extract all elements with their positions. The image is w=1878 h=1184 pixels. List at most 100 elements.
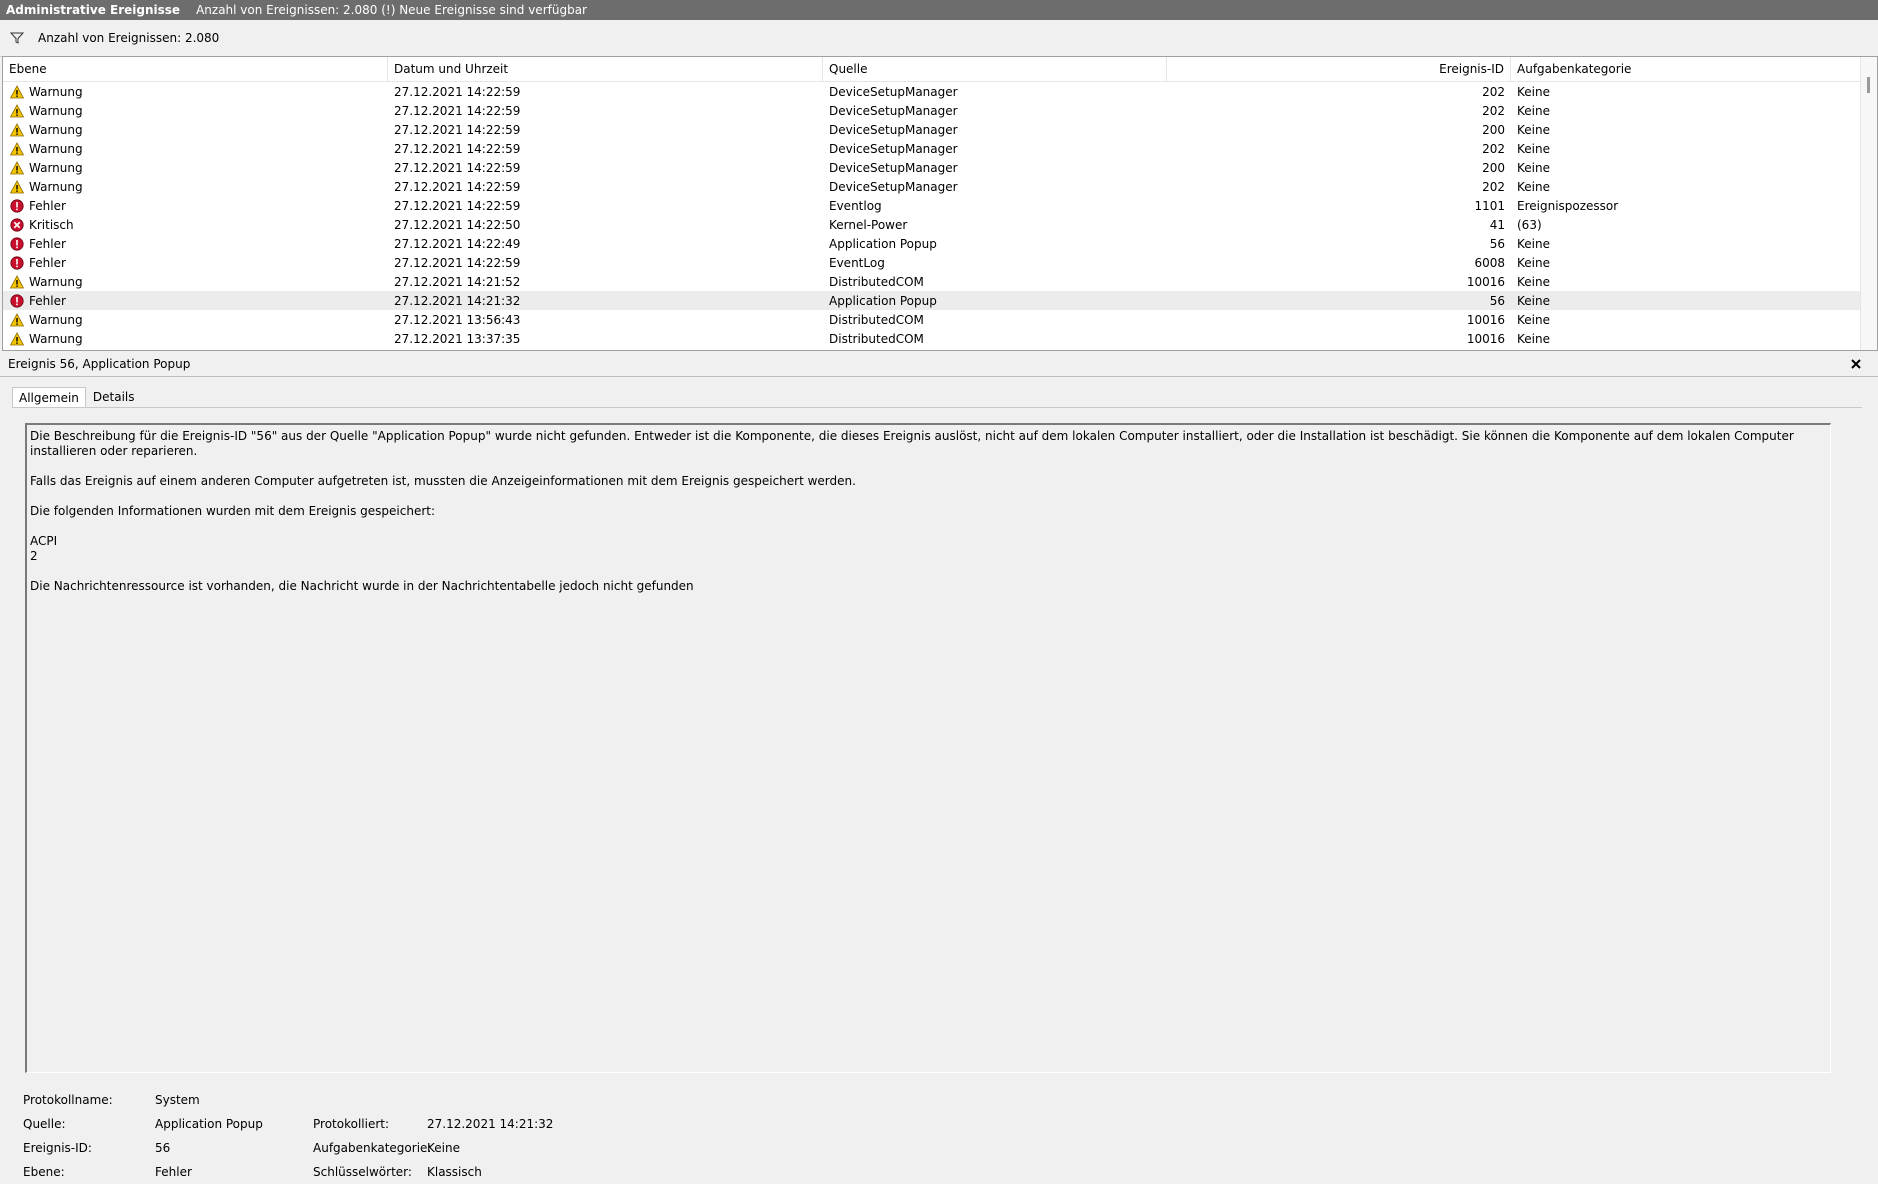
row-source: DeviceSetupManager xyxy=(829,160,958,175)
level-text: Warnung xyxy=(29,141,83,156)
column-header-source[interactable]: Quelle xyxy=(823,57,1167,81)
row-category: Keine xyxy=(1517,141,1550,156)
row-date: 27.12.2021 14:22:59 xyxy=(394,179,521,194)
warning-icon xyxy=(9,179,25,195)
row-source: Application Popup xyxy=(829,236,937,251)
level-text: Warnung xyxy=(29,84,83,99)
table-row[interactable]: Warnung 27.12.2021 13:37:35 DistributedCOM… xyxy=(3,329,1877,348)
table-row[interactable]: Fehler 27.12.2021 14:22:49 Application Pop… xyxy=(3,234,1877,253)
event-count: Anzahl von Ereignissen: 2.080 xyxy=(38,31,220,45)
level-text: Warnung xyxy=(29,312,83,327)
row-date: 27.12.2021 14:22:59 xyxy=(394,198,521,213)
row-event-id: 202 xyxy=(1482,141,1505,156)
table-row[interactable]: Warnung 27.12.2021 14:22:59 DeviceSetupMan… xyxy=(3,139,1877,158)
logged-label: Protokolliert: xyxy=(313,1117,390,1131)
row-source: DeviceSetupManager xyxy=(829,122,958,137)
log-name-label: Protokollname: xyxy=(23,1093,113,1107)
level-text: Fehler xyxy=(29,293,66,308)
source-value: Application Popup xyxy=(155,1117,263,1131)
description-line: 2 xyxy=(30,549,38,563)
row-category: Keine xyxy=(1517,274,1550,289)
row-event-id: 56 xyxy=(1489,293,1505,308)
tab-divider xyxy=(12,407,1862,408)
column-header-event-id[interactable]: Ereignis-ID xyxy=(1167,57,1511,81)
row-event-id: 10016 xyxy=(1466,331,1505,346)
event-list[interactable]: Ebene Datum und Uhrzeit Quelle Ereignis-… xyxy=(2,56,1878,351)
column-header-category[interactable]: Aufgabenkategorie xyxy=(1511,57,1857,81)
category-value: Keine xyxy=(427,1141,460,1155)
list-scrollbar[interactable] xyxy=(1860,57,1877,350)
log-name-value: System xyxy=(155,1093,200,1107)
event-description[interactable]: Die Beschreibung für die Ereignis-ID "56… xyxy=(25,423,1831,1073)
row-level: Fehler xyxy=(3,196,388,215)
level-text: Warnung xyxy=(29,274,83,289)
row-source: DeviceSetupManager xyxy=(829,103,958,118)
row-source: EventLog xyxy=(829,255,885,270)
level-value: Fehler xyxy=(155,1165,192,1179)
detail-tabs: Allgemein Details xyxy=(12,384,142,408)
row-category: Keine xyxy=(1517,160,1550,175)
description-paragraph: Die folgenden Informationen wurden mit d… xyxy=(30,504,436,518)
row-category: Keine xyxy=(1517,179,1550,194)
row-level: Fehler xyxy=(3,291,388,310)
row-source: Application Popup xyxy=(829,293,937,308)
filter-icon[interactable] xyxy=(8,29,26,47)
table-row[interactable]: Warnung 27.12.2021 14:22:59 DeviceSetupMan… xyxy=(3,101,1877,120)
row-level: Warnung xyxy=(3,120,388,139)
column-header-date[interactable]: Datum und Uhrzeit xyxy=(388,57,823,81)
row-category: Keine xyxy=(1517,84,1550,99)
row-source: DeviceSetupManager xyxy=(829,179,958,194)
warning-icon xyxy=(9,84,25,100)
event-id-label: Ereignis-ID: xyxy=(23,1141,92,1155)
row-level: Warnung xyxy=(3,139,388,158)
warning-icon xyxy=(9,122,25,138)
row-category: Keine xyxy=(1517,236,1550,251)
row-event-id: 10016 xyxy=(1466,274,1505,289)
level-text: Fehler xyxy=(29,198,66,213)
table-row[interactable]: Fehler 27.12.2021 14:21:32 Application Pop… xyxy=(3,291,1877,310)
row-event-id: 56 xyxy=(1489,236,1505,251)
level-text: Fehler xyxy=(29,236,66,251)
table-row[interactable]: Warnung 27.12.2021 14:22:59 DeviceSetupMan… xyxy=(3,120,1877,139)
row-event-id: 1101 xyxy=(1474,198,1505,213)
detail-header: Ereignis 56, Application Popup xyxy=(0,352,1878,377)
scrollbar-thumb[interactable] xyxy=(1867,77,1870,93)
row-category: Keine xyxy=(1517,103,1550,118)
detail-title: Ereignis 56, Application Popup xyxy=(8,357,191,371)
row-level: Warnung xyxy=(3,272,388,291)
table-row[interactable]: Warnung 27.12.2021 14:22:59 DeviceSetupMan… xyxy=(3,158,1877,177)
row-level: Warnung xyxy=(3,82,388,101)
table-row[interactable]: Fehler 27.12.2021 14:22:59 EventLog 6008 Kei… xyxy=(3,253,1877,272)
critical-icon xyxy=(9,217,25,233)
keywords-value: Klassisch xyxy=(427,1165,482,1179)
table-row[interactable]: Warnung 27.12.2021 14:21:52 DistributedCOM… xyxy=(3,272,1877,291)
warning-icon xyxy=(9,160,25,176)
row-category: Keine xyxy=(1517,255,1550,270)
row-date: 27.12.2021 14:22:50 xyxy=(394,217,521,232)
error-icon xyxy=(9,198,25,214)
row-category: Keine xyxy=(1517,312,1550,327)
tab-details[interactable]: Details xyxy=(86,386,142,408)
list-header: Ebene Datum und Uhrzeit Quelle Ereignis-… xyxy=(3,57,1877,82)
table-row[interactable]: Kritisch 27.12.2021 14:22:50 Kernel-Power 4… xyxy=(3,215,1877,234)
table-row[interactable]: Warnung 27.12.2021 14:22:59 DeviceSetupMan… xyxy=(3,82,1877,101)
row-source: DistributedCOM xyxy=(829,312,924,327)
tab-allgemein[interactable]: Allgemein xyxy=(12,387,86,408)
row-event-id: 202 xyxy=(1482,179,1505,194)
close-icon[interactable] xyxy=(1846,354,1866,374)
row-event-id: 10016 xyxy=(1466,312,1505,327)
level-text: Warnung xyxy=(29,331,83,346)
level-text: Warnung xyxy=(29,160,83,175)
table-row[interactable]: Fehler 27.12.2021 14:22:59 Eventlog 1101 Ere… xyxy=(3,196,1877,215)
event-info: Anzahl von Ereignissen: 2.080 (!) Neue E… xyxy=(196,3,587,17)
row-date: 27.12.2021 14:21:52 xyxy=(394,274,521,289)
column-header-level[interactable]: Ebene xyxy=(3,57,388,81)
table-row[interactable]: Warnung 27.12.2021 14:22:59 DeviceSetupMan… xyxy=(3,177,1877,196)
warning-icon xyxy=(9,141,25,157)
warning-icon xyxy=(9,312,25,328)
row-level: Warnung xyxy=(3,101,388,120)
row-date: 27.12.2021 13:56:43 xyxy=(394,312,521,327)
row-event-id: 6008 xyxy=(1474,255,1505,270)
table-row[interactable]: Warnung 27.12.2021 13:56:43 DistributedCOM… xyxy=(3,310,1877,329)
title-bar: Administrative Ereignisse Anzahl von Ere… xyxy=(0,0,1878,20)
